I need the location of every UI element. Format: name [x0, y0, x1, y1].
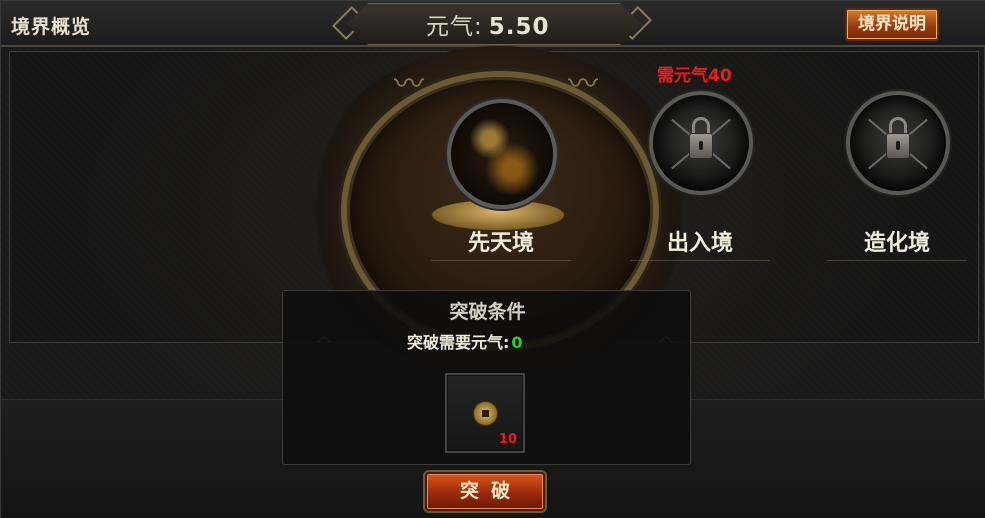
required-item-slot[interactable]: 10 [445, 373, 525, 453]
qi-requirement-label: 突破需要元气: [407, 333, 510, 352]
dragon-ornament-left-icon: 〰 [394, 67, 424, 102]
breakthrough-button[interactable]: 突破 [425, 472, 545, 511]
window-title: 境界概览 [11, 16, 92, 38]
locked-realm-churu[interactable] [649, 91, 753, 195]
copper-coin-icon [473, 401, 498, 426]
lock-body-icon [886, 133, 910, 159]
realm-requirement: 需元气40 [657, 66, 732, 86]
item-count: 10 [498, 432, 517, 447]
realm-label-churu: 出入境 [630, 225, 770, 261]
realm-description-button[interactable]: 境界说明 [845, 8, 939, 41]
qi-label: 元气: [426, 14, 483, 40]
conditions-title: 突破条件 [449, 301, 526, 323]
realm-label-xiantian: 先天境 [431, 225, 571, 261]
qi-requirement-value: 0 [511, 333, 523, 352]
realm-overview-window: 境界概览 元气: 5.50 境界说明 〰 〰 先天境 需元气40 出入境 造化境 … [0, 0, 985, 518]
qi-display: 元气: 5.50 [426, 7, 550, 41]
realm-orb-icon[interactable] [447, 99, 557, 209]
dragon-ornament-right-icon: 〰 [568, 67, 598, 102]
locked-realm-zaohua[interactable] [846, 91, 950, 195]
qi-requirement-line: 突破需要元气: 0 [407, 329, 523, 353]
realm-label-zaohua: 造化境 [827, 225, 967, 261]
qi-value: 5.50 [488, 14, 550, 40]
breakthrough-conditions-panel: 突破条件 突破需要元气: 0 10 [282, 290, 691, 465]
lock-body-icon [689, 133, 713, 159]
